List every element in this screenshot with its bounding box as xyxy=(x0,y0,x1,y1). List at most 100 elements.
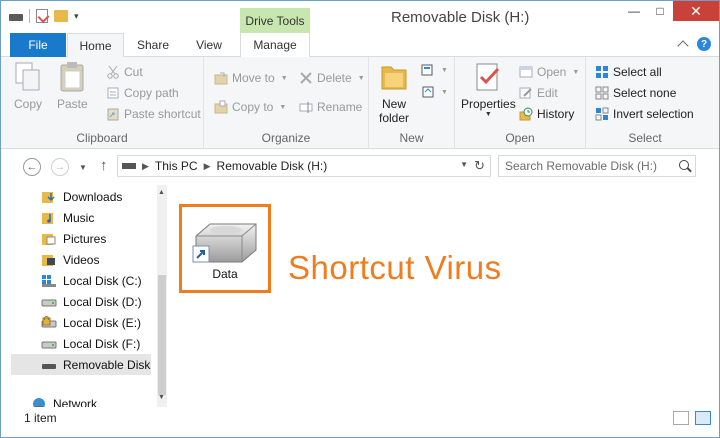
copy-to-button[interactable]: Copy to ▼ xyxy=(214,100,286,114)
tab-manage[interactable]: Manage xyxy=(240,33,310,57)
nav-item-label: Downloads xyxy=(63,189,123,204)
nav-item-label: Network xyxy=(53,396,98,408)
scroll-down-icon[interactable]: ▼ xyxy=(158,394,165,401)
copy-path-button[interactable]: Copy path xyxy=(106,86,179,100)
dropdown-arrow-icon: ▼ xyxy=(279,103,287,111)
removable-drive-icon xyxy=(42,363,56,369)
address-dropdown-icon[interactable]: ▼ xyxy=(460,160,468,169)
easy-access-button[interactable]: ▼ xyxy=(421,85,448,99)
back-arrow-icon: ← xyxy=(26,161,38,173)
open-button[interactable]: Open ▼ xyxy=(519,65,579,79)
paste-shortcut-icon xyxy=(107,108,119,121)
details-view-icon[interactable] xyxy=(673,411,689,425)
nav-item-label: Pictures xyxy=(63,231,107,246)
invert-selection-icon xyxy=(595,107,609,121)
cut-button[interactable]: Cut xyxy=(106,65,143,79)
locked-drive-icon xyxy=(41,315,57,327)
scroll-thumb[interactable] xyxy=(158,275,166,395)
breadcrumb-this-pc[interactable]: This PC xyxy=(155,159,198,173)
drive-icon[interactable] xyxy=(9,14,23,21)
select-group: Select all Select none Invert selection … xyxy=(586,57,704,149)
tab-home[interactable]: Home xyxy=(67,33,124,58)
chevron-right-icon[interactable]: ▶ xyxy=(204,161,211,172)
tab-view[interactable]: View xyxy=(187,33,231,57)
nav-item-local-disk-c[interactable]: Local Disk (C:) xyxy=(11,270,151,291)
dropdown-arrow-icon: ▼ xyxy=(441,88,448,96)
maximize-button[interactable]: □ xyxy=(647,1,673,21)
nav-item-network[interactable]: Network xyxy=(11,393,151,407)
up-button[interactable]: ↑ xyxy=(100,157,108,174)
new-folder-label-1: New xyxy=(382,97,407,111)
tab-file[interactable]: File xyxy=(10,33,66,57)
dropdown-arrow-icon: ▼ xyxy=(280,74,288,82)
easy-access-icon xyxy=(422,86,434,98)
nav-item-local-disk-e[interactable]: Local Disk (E:) xyxy=(11,312,151,333)
history-button[interactable]: History xyxy=(519,107,574,121)
select-all-label: Select all xyxy=(613,65,662,79)
nav-item-music[interactable]: Music xyxy=(11,207,151,228)
recent-locations-dropdown[interactable]: ▼ xyxy=(79,163,87,172)
minimize-button[interactable]: — xyxy=(621,1,647,21)
address-input[interactable]: ▶ This PC ▶ Removable Disk (H:) ▼ ↻ xyxy=(117,155,491,177)
rename-label: Rename xyxy=(317,100,363,114)
nav-item-removable-disk[interactable]: Removable Disk xyxy=(11,354,151,375)
rename-button[interactable]: Rename xyxy=(299,100,362,114)
close-button[interactable]: ✕ xyxy=(673,1,719,21)
organize-group: Move to ▼ Copy to ▼ Delete ▼ Rename Orga… xyxy=(204,57,369,149)
system-drive-icon xyxy=(42,274,56,287)
new-folder-icon xyxy=(381,66,407,90)
select-group-label: Select xyxy=(628,131,662,145)
properties-icon[interactable] xyxy=(36,9,48,23)
copy-label: Copy xyxy=(13,97,42,111)
new-folder-icon[interactable] xyxy=(54,10,68,22)
dropdown-arrow-icon: ▼ xyxy=(441,66,448,74)
search-icon[interactable] xyxy=(679,160,689,170)
new-item-icon xyxy=(421,64,433,76)
ribbon: Copy Paste Cut Copy path Paste shortcut … xyxy=(1,57,719,149)
copy-button[interactable]: Copy xyxy=(13,61,43,111)
search-input[interactable]: Search Removable Disk (H:) xyxy=(498,155,696,177)
nav-item-label: Local Disk (C:) xyxy=(63,273,142,288)
customize-toolbar-icon[interactable]: ▾ xyxy=(74,11,79,22)
help-icon[interactable]: ? xyxy=(697,37,711,51)
delete-button[interactable]: Delete ▼ xyxy=(299,71,365,85)
nav-item-local-disk-d[interactable]: Local Disk (D:) xyxy=(11,291,151,312)
properties-button[interactable]: Properties ▼ xyxy=(461,61,516,118)
invert-selection-button[interactable]: Invert selection xyxy=(595,107,694,121)
back-button[interactable]: ← xyxy=(23,158,41,176)
nav-item-label: Videos xyxy=(63,252,100,267)
paste-button[interactable]: Paste xyxy=(57,61,88,111)
new-folder-button[interactable]: New folder xyxy=(379,61,409,125)
refresh-icon[interactable]: ↻ xyxy=(474,158,485,174)
nav-item-downloads[interactable]: Downloads xyxy=(11,186,151,207)
ribbon-tabs: File Home Share View Manage ? xyxy=(1,33,719,58)
forward-button[interactable]: → xyxy=(51,158,69,176)
edit-button[interactable]: Edit xyxy=(519,86,558,100)
breadcrumb-removable-disk[interactable]: Removable Disk (H:) xyxy=(217,159,328,173)
large-icons-view-icon[interactable] xyxy=(695,411,711,425)
ribbon-controls: ? xyxy=(677,37,711,52)
quick-access-toolbar: ▾ xyxy=(9,9,79,23)
move-to-button[interactable]: Move to ▼ xyxy=(214,71,288,85)
nav-item-videos[interactable]: Videos xyxy=(11,249,151,270)
edit-icon xyxy=(519,87,532,99)
select-none-button[interactable]: Select none xyxy=(595,86,676,100)
chevron-right-icon[interactable]: ▶ xyxy=(142,161,149,172)
tab-share[interactable]: Share xyxy=(129,33,177,57)
collapse-ribbon-icon[interactable] xyxy=(677,40,689,52)
copy-folder-icon xyxy=(214,100,228,114)
nav-item-pictures[interactable]: Pictures xyxy=(11,228,151,249)
nav-item-label: Music xyxy=(63,210,95,225)
new-item-button[interactable]: ▼ xyxy=(421,63,448,77)
properties-icon xyxy=(476,63,500,91)
select-all-button[interactable]: Select all xyxy=(595,65,662,79)
nav-item-local-disk-f[interactable]: Local Disk (F:) xyxy=(11,333,151,354)
nav-scrollbar[interactable]: ▲ ▼ xyxy=(157,185,167,407)
scroll-up-icon[interactable]: ▲ xyxy=(158,189,165,196)
dropdown-arrow-icon: ▼ xyxy=(357,74,365,82)
explorer-window: ▾ Drive Tools Removable Disk (H:) — □ ✕ … xyxy=(0,0,720,438)
drive-tools-header: Drive Tools xyxy=(240,8,310,33)
file-item-data[interactable]: Data xyxy=(179,204,271,293)
clipboard-group-label: Clipboard xyxy=(76,131,128,145)
paste-shortcut-button[interactable]: Paste shortcut xyxy=(106,107,201,121)
